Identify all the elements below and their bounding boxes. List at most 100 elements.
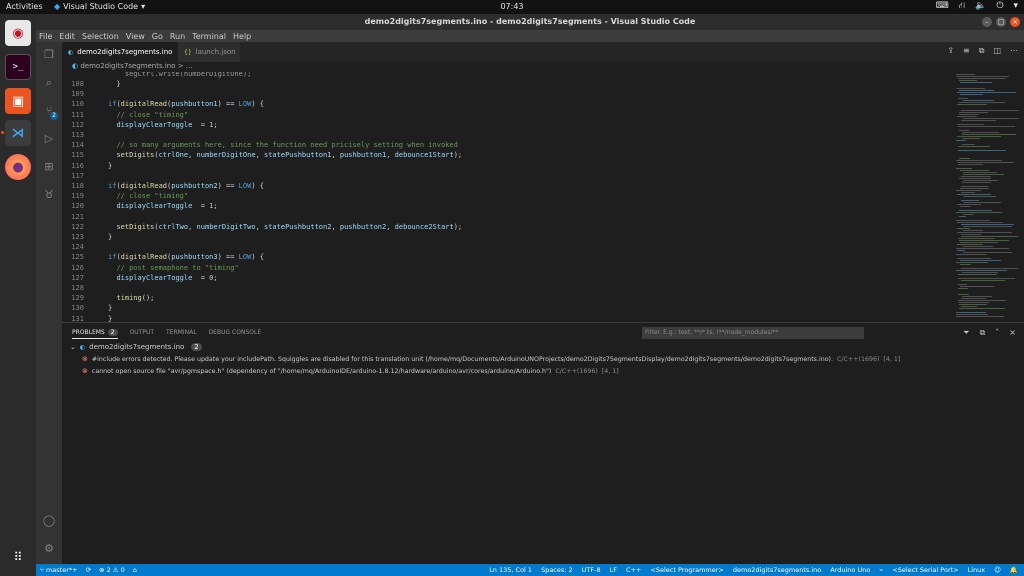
keyboard-icon[interactable]: ⌨ [936, 1, 949, 12]
minimap-line [959, 210, 992, 211]
verify-icon[interactable]: ≡ [963, 46, 970, 56]
run-debug-icon[interactable]: ▷ [42, 132, 56, 146]
maximize-icon[interactable]: □ [996, 17, 1006, 27]
line-number: 111 [71, 110, 84, 119]
scm-badge: 2 [50, 112, 58, 120]
encoding[interactable]: UTF-8 [582, 566, 601, 574]
plug-icon[interactable]: ⌁ [879, 566, 883, 574]
window-titlebar: demo2digits7segments.ino - demo2digits7s… [36, 14, 1024, 30]
window-controls: – □ × [982, 17, 1020, 27]
minimap-line [957, 258, 991, 259]
volume-icon[interactable]: 🔈 [975, 1, 986, 12]
minimap-line [959, 158, 970, 159]
upload-icon[interactable]: ⇪ [947, 46, 954, 56]
feedback-icon[interactable]: ☺ [994, 566, 1001, 574]
board-name[interactable]: Arduino Uno [830, 566, 870, 574]
tab-terminal[interactable]: TERMINAL [166, 329, 197, 339]
line-number: 129 [71, 294, 84, 303]
firefox-icon[interactable]: ● [5, 154, 31, 180]
sketch-name[interactable]: demo2digits7segments.ino [733, 566, 821, 574]
close-icon[interactable]: × [1010, 17, 1020, 27]
clock[interactable]: 07:43 [500, 2, 523, 11]
minimap-line [963, 202, 1001, 203]
menu-terminal[interactable]: Terminal [192, 32, 226, 41]
live-share-icon[interactable]: ⌂ [133, 566, 137, 574]
tab-demo2digits7segments[interactable]: ◐ demo2digits7segments.ino × [62, 42, 186, 62]
language-mode[interactable]: C++ [626, 566, 641, 574]
minimap-line [962, 296, 992, 297]
activities-button[interactable]: Activities [6, 2, 43, 11]
account-icon[interactable]: ◯ [42, 514, 56, 528]
line-number: 128 [71, 284, 84, 292]
minimap-line [956, 140, 966, 141]
split-editor-icon[interactable]: ◫ [993, 46, 1001, 56]
minimap-line [963, 172, 997, 173]
open-changes-icon[interactable]: ⧉ [979, 46, 985, 56]
bag-icon[interactable]: ▣ [5, 88, 31, 114]
menu-file[interactable]: File [39, 32, 52, 41]
tab-launch-json[interactable]: {} launch.json [178, 42, 240, 62]
bell-icon[interactable]: 🔔 [1010, 566, 1018, 574]
minimap-line [960, 170, 989, 171]
select-programmer[interactable]: <Select Programmer> [650, 566, 723, 574]
arduino-icon[interactable]: ♉ [42, 188, 56, 202]
breadcrumb-rest[interactable]: > ... [178, 62, 193, 70]
menu-edit[interactable]: Edit [59, 32, 75, 41]
menu-view[interactable]: View [126, 32, 145, 41]
network-icon[interactable]: ⛙ [959, 1, 965, 12]
menu-run[interactable]: Run [170, 32, 185, 41]
chevron-down-icon[interactable]: ▾ [1013, 1, 1018, 12]
problem-file-row[interactable]: ⌄ ◐ demo2digits7segments.ino 2 [70, 343, 202, 351]
cursor-position[interactable]: Ln 135, Col 1 [489, 566, 532, 574]
grid-icon[interactable]: ⠿ [5, 544, 31, 570]
extensions-icon[interactable]: ⊞ [42, 160, 56, 174]
problems-indicator[interactable]: ⊗ 2 ⚠ 0 [99, 566, 125, 574]
close-icon[interactable]: × [1009, 328, 1016, 338]
sync-icon[interactable]: ⟳ [86, 566, 91, 574]
minimize-icon[interactable]: – [982, 17, 992, 27]
activity-bar: ❐ ⌕ ⑂ 2 ▷ ⊞ ♉ ◯ ⚙ [36, 42, 62, 564]
breadcrumb-file[interactable]: demo2digits7segments.ino [80, 62, 175, 70]
problem-item[interactable]: ⊗ cannot open source file "avr/pgmspace.… [82, 367, 619, 375]
software-icon[interactable]: ◉ [5, 20, 31, 46]
app-menu[interactable]: ◆ Visual Studio Code ▾ [54, 2, 145, 11]
terminal-icon[interactable]: >_ [5, 54, 31, 80]
vscode-icon[interactable]: ⋊ [5, 120, 31, 146]
search-icon[interactable]: ⌕ [42, 76, 56, 90]
gear-icon[interactable]: ⚙ [42, 542, 56, 556]
indentation[interactable]: Spaces: 2 [541, 566, 573, 574]
tab-output[interactable]: OUTPUT [130, 329, 154, 339]
minimap-line [963, 100, 994, 101]
minimap[interactable] [952, 72, 1024, 322]
minimap-line [958, 150, 1006, 151]
select-serial-port[interactable]: <Select Serial Port> [892, 566, 958, 574]
filter-icon[interactable]: ⏷ [963, 328, 969, 338]
collapse-all-icon[interactable]: ⧉ [980, 328, 986, 338]
minimap-line [961, 192, 975, 193]
problem-item[interactable]: ⊗ #include errors detected. Please updat… [82, 355, 900, 363]
menu-help[interactable]: Help [233, 32, 251, 41]
problem-source: C/C++(1696) [555, 367, 598, 375]
platform[interactable]: Linux [968, 566, 986, 574]
chevron-up-icon[interactable]: ˄ [995, 328, 999, 338]
tab-debug-console[interactable]: DEBUG CONSOLE [209, 329, 262, 339]
power-icon[interactable]: ⏻ [996, 1, 1003, 12]
problems-filter-input[interactable]: Filter. E.g.: text, **/*.ts, !**/node_mo… [642, 327, 864, 339]
minimap-line [963, 226, 1012, 227]
tab-problems[interactable]: PROBLEMS 2 [72, 329, 118, 339]
problem-file-badge: 2 [191, 343, 202, 351]
editor-tabs: ◐ demo2digits7segments.ino × {} launch.j… [62, 42, 1024, 62]
minimap-line [962, 144, 975, 145]
minimap-line [959, 80, 977, 81]
more-actions-icon[interactable]: ⋯ [1010, 46, 1018, 56]
minimap-line [957, 244, 983, 245]
menu-selection[interactable]: Selection [82, 32, 119, 41]
end-of-line[interactable]: LF [610, 566, 617, 574]
code-editor[interactable]: segCtrl.write(numberDigitOne); 108 } 109 1… [62, 72, 952, 322]
branch-indicator[interactable]: ⑂ master*+ [40, 566, 78, 574]
explorer-icon[interactable]: ❐ [42, 48, 56, 62]
menu-go[interactable]: Go [152, 32, 163, 41]
code-text: // close "timing" [116, 110, 189, 119]
system-tray[interactable]: ⌨ ⛙ 🔈 ⏻ ▾ [936, 1, 1018, 12]
minimap-line [961, 176, 991, 177]
